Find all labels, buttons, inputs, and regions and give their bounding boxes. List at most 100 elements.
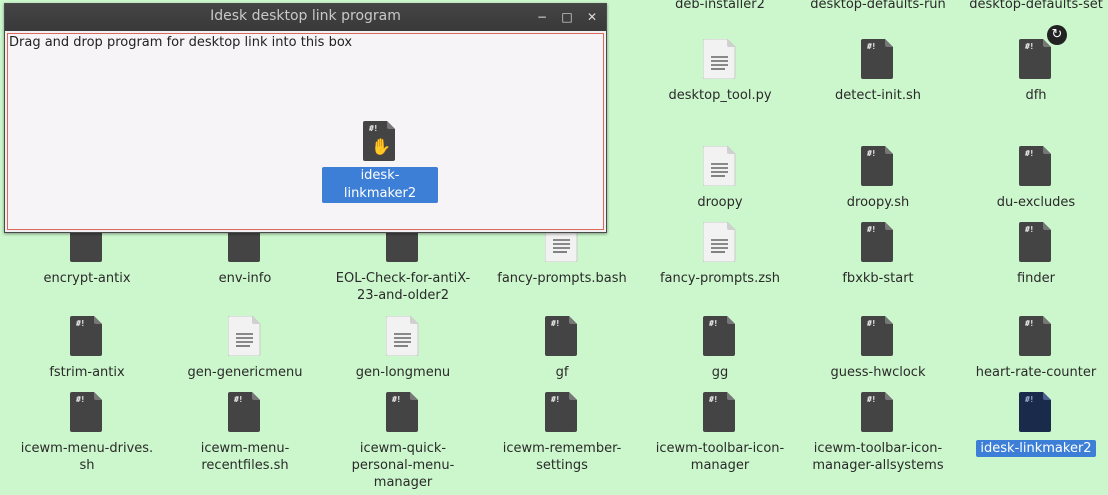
script-file-icon: #! bbox=[70, 316, 104, 356]
desktop-icon-fstrim-antix[interactable]: #! fstrim-antix bbox=[8, 316, 166, 381]
script-file-icon: #! bbox=[1019, 222, 1053, 262]
desktop-icon-icewm-toolbar-icon-manager-allsystems[interactable]: #! icewm-toolbar-icon- manager-allsystems bbox=[799, 392, 957, 474]
desktop-icon-label: droopy.sh bbox=[846, 195, 910, 210]
desktop-icon-gen-genericmenu[interactable]: gen-genericmenu bbox=[166, 316, 324, 381]
desktop-icon-idesk-linkmaker2[interactable]: #! idesk-linkmaker2 bbox=[957, 392, 1108, 457]
idesk-dialog-window: Idesk desktop link program − □ ✕ Drag an… bbox=[4, 3, 607, 233]
script-file-icon: #! bbox=[861, 316, 895, 356]
desktop-icon-label: gg bbox=[711, 365, 729, 380]
desktop-icon-icewm-toolbar-icon-manager[interactable]: #! icewm-toolbar-icon- manager bbox=[641, 392, 799, 474]
desktop-icon-icewm-quick-personal-menu-manager[interactable]: #! icewm-quick- personal-menu- manager bbox=[324, 392, 482, 491]
desktop-icon-label: encrypt-antix bbox=[43, 271, 131, 286]
exec-mark: #! bbox=[1025, 319, 1034, 328]
exec-mark: #! bbox=[392, 395, 401, 404]
desktop-icon-gg[interactable]: #! gg bbox=[641, 316, 799, 381]
text-file-icon bbox=[228, 316, 262, 356]
window-title: Idesk desktop link program bbox=[210, 8, 401, 24]
exec-mark: #! bbox=[709, 319, 718, 328]
exec-mark: #! bbox=[1025, 225, 1034, 234]
desktop-icon-desktop-tool-py[interactable]: desktop_tool.py bbox=[641, 39, 799, 104]
dragged-item-label: idesk-linkmaker2 bbox=[322, 167, 438, 203]
window-titlebar[interactable]: Idesk desktop link program − □ ✕ bbox=[5, 4, 606, 31]
desktop-icon-label: deb-installer2 bbox=[675, 0, 765, 12]
desktop-icon-label: env-info bbox=[218, 271, 272, 286]
script-file-icon: #! bbox=[1019, 316, 1053, 356]
desktop-icon-detect-init-sh[interactable]: #! detect-init.sh bbox=[799, 39, 957, 104]
desktop-icon-gf[interactable]: #! gf bbox=[483, 316, 641, 381]
desktop-icon-label: icewm-toolbar-icon- manager-allsystems bbox=[812, 441, 944, 473]
desktop-icon-icewm-remember-settings[interactable]: #! icewm-remember- settings bbox=[483, 392, 641, 474]
desktop-icon-heart-rate-counter[interactable]: #! heart-rate-counter bbox=[957, 316, 1108, 381]
text-file-icon bbox=[703, 39, 737, 79]
exec-mark: #! bbox=[709, 395, 718, 404]
text-file-icon bbox=[386, 316, 420, 356]
desktop-icon-guess-hwclock[interactable]: #! guess-hwclock bbox=[799, 316, 957, 381]
desktop-icon-label: desktop-defaults-set bbox=[969, 0, 1103, 12]
desktop-icon-icewm-menu-drives-sh[interactable]: #! icewm-menu-drives. sh bbox=[8, 392, 166, 474]
exec-mark: #! bbox=[369, 124, 378, 133]
script-file-icon: #! bbox=[861, 392, 895, 432]
exec-mark: #! bbox=[867, 395, 876, 404]
script-file-icon: #! bbox=[703, 392, 737, 432]
dragged-item[interactable]: #! ✋ idesk-linkmaker2 bbox=[322, 121, 438, 203]
script-file-icon: #! bbox=[703, 316, 737, 356]
desktop-icon-fancy-prompts-zsh[interactable]: fancy-prompts.zsh bbox=[641, 222, 799, 287]
maximize-button[interactable]: □ bbox=[558, 8, 576, 26]
script-file-icon: #! ✋ bbox=[363, 121, 397, 161]
exec-mark: #! bbox=[76, 319, 85, 328]
script-file-icon: #! bbox=[861, 222, 895, 262]
desktop-icon-icewm-menu-recentfiles-sh[interactable]: #! icewm-menu- recentfiles.sh bbox=[166, 392, 324, 474]
exec-mark: #! bbox=[234, 395, 243, 404]
desktop-icon-deb-installer2[interactable]: deb-installer2 bbox=[641, 0, 799, 13]
desktop-icon-label: desktop-defaults-run bbox=[810, 0, 946, 12]
desktop-icon-label: guess-hwclock bbox=[830, 365, 926, 380]
exec-mark: #! bbox=[867, 319, 876, 328]
script-file-icon: #! bbox=[386, 392, 420, 432]
desktop-icon-label: fancy-prompts.zsh bbox=[659, 271, 781, 286]
drag-hand-cursor-icon: ✋ bbox=[371, 137, 391, 156]
desktop-icon-dfh[interactable]: #! ↻ dfh bbox=[957, 25, 1108, 104]
desktop-icon-du-excludes[interactable]: #! du-excludes bbox=[957, 146, 1108, 211]
desktop-icon-label: EOL-Check-for-antiX- 23-and-older2 bbox=[335, 271, 471, 303]
exec-mark: #! bbox=[1025, 149, 1034, 158]
desktop-icon-gen-longmenu[interactable]: gen-longmenu bbox=[324, 316, 482, 381]
script-file-icon: #! bbox=[1019, 146, 1053, 186]
desktop-icon-label: icewm-toolbar-icon- manager bbox=[655, 441, 785, 473]
desktop-icon-droopy[interactable]: droopy bbox=[641, 146, 799, 211]
exec-mark: #! bbox=[867, 42, 876, 51]
text-file-icon bbox=[703, 146, 737, 186]
desktop-icon-label: fstrim-antix bbox=[49, 365, 125, 380]
exec-mark: #! bbox=[1025, 42, 1034, 51]
desktop-icon-label: fbxkb-start bbox=[842, 271, 914, 286]
desktop-icon-eol-check-for-antix-23-and-older2[interactable]: #!EOL-Check-for-antiX- 23-and-older2 bbox=[324, 222, 482, 304]
desktop-icon-label: icewm-remember- settings bbox=[502, 441, 622, 473]
close-button[interactable]: ✕ bbox=[583, 8, 601, 26]
drop-instruction-text: Drag and drop program for desktop link i… bbox=[9, 35, 353, 50]
desktop-icon-label: detect-init.sh bbox=[835, 88, 921, 103]
desktop-icon-desktop-defaults-run[interactable]: desktop-defaults-run bbox=[799, 0, 957, 13]
desktop-icon-fbxkb-start[interactable]: #! fbxkb-start bbox=[799, 222, 957, 287]
script-file-icon: #! bbox=[861, 146, 895, 186]
exec-mark: #! bbox=[551, 395, 560, 404]
desktop-icon-desktop-defaults-set[interactable]: desktop-defaults-set bbox=[957, 0, 1108, 13]
script-file-icon: #! bbox=[228, 392, 262, 432]
desktop-icon-label: fancy-prompts.bash bbox=[497, 271, 627, 286]
desktop-icon-finder[interactable]: #! finder bbox=[957, 222, 1108, 287]
script-file-icon: #! bbox=[70, 392, 104, 432]
desktop-icon-label: icewm-menu-drives. sh bbox=[20, 441, 154, 473]
script-file-icon: #! ↻ bbox=[1019, 25, 1067, 79]
script-file-icon: #! bbox=[545, 392, 579, 432]
desktop-icon-label: icewm-menu- recentfiles.sh bbox=[200, 441, 290, 473]
script-file-icon: #! bbox=[861, 39, 895, 79]
minimize-button[interactable]: − bbox=[533, 8, 551, 26]
exec-mark: #! bbox=[867, 149, 876, 158]
desktop-icon-label: desktop_tool.py bbox=[668, 88, 772, 103]
desktop-icon-label: gf bbox=[555, 365, 569, 380]
desktop-icon-label: gen-longmenu bbox=[355, 365, 451, 380]
script-file-icon: #! bbox=[545, 316, 579, 356]
desktop-icon-label: finder bbox=[1016, 271, 1056, 286]
exec-mark: #! bbox=[867, 225, 876, 234]
drop-target-box[interactable]: Drag and drop program for desktop link i… bbox=[7, 33, 604, 230]
desktop-icon-label: dfh bbox=[1025, 88, 1047, 103]
desktop-icon-droopy-sh[interactable]: #! droopy.sh bbox=[799, 146, 957, 211]
